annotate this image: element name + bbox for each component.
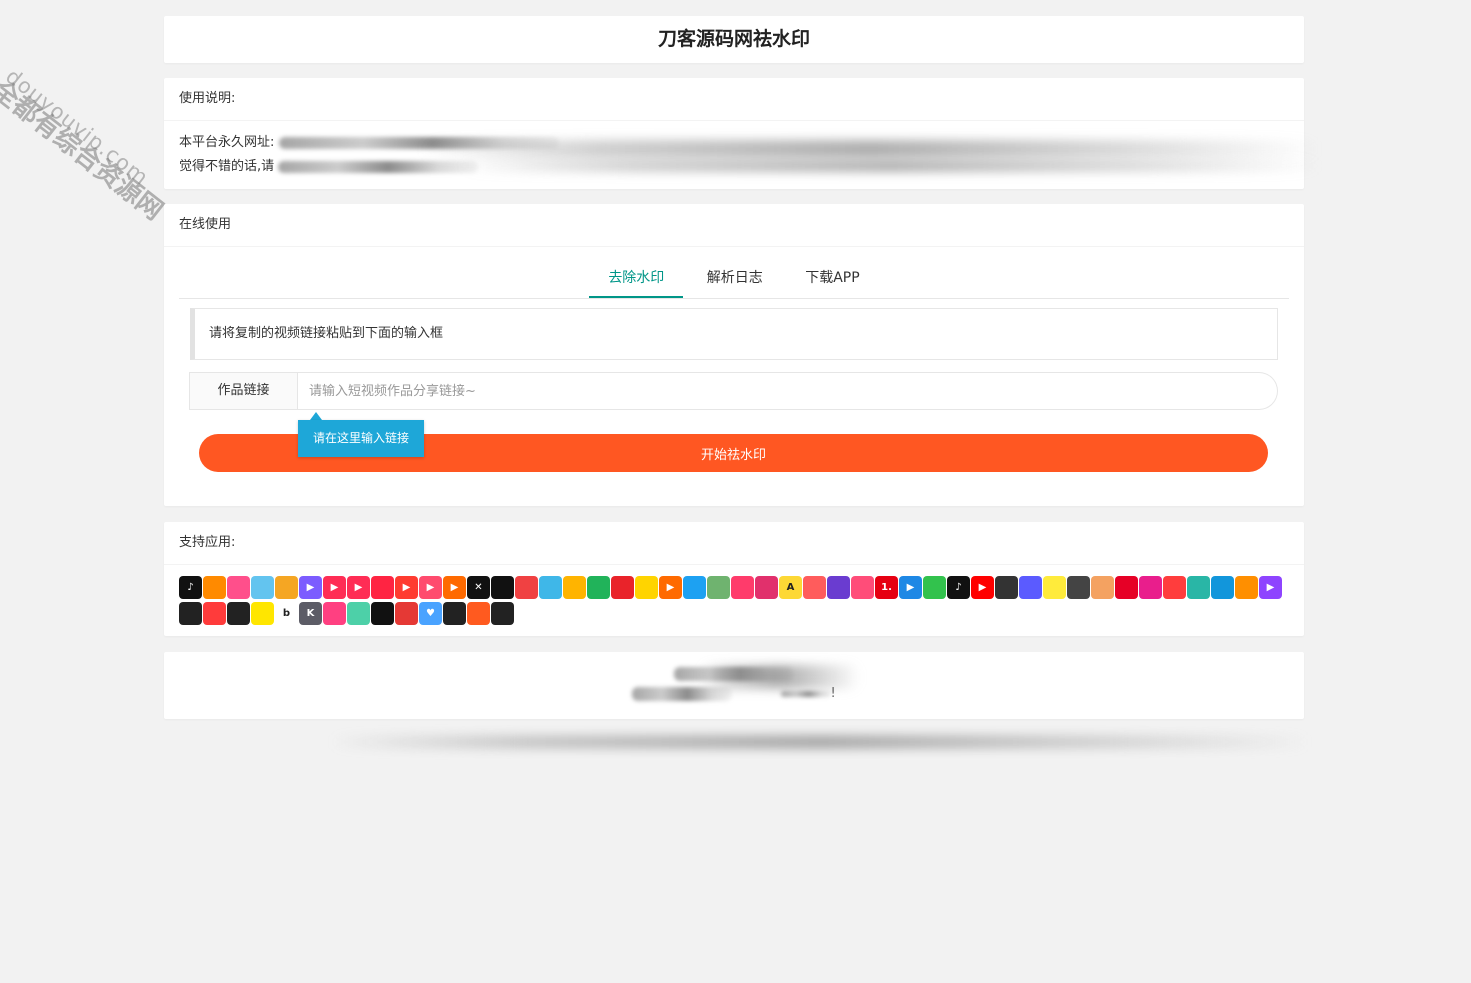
kuaibao-icon [611, 576, 634, 599]
circle-yellow-icon [251, 602, 274, 625]
capcut-icon: ✕ [467, 576, 490, 599]
xiaohongshu-icon [371, 576, 394, 599]
panda-icon [995, 576, 1018, 599]
iqiyi-icon [923, 576, 946, 599]
blurred-text [278, 160, 479, 173]
xigua-icon [491, 576, 514, 599]
meipai-icon [1043, 576, 1066, 599]
apps-card: 支持应用: ♪ ▶ ▶ ▶ ▶ ▶ ▶ ✕ ▶ A 1. ▶ ♪ ▶ ▶b K ♥ [164, 522, 1304, 636]
bilibili-icon [251, 576, 274, 599]
ring-icon [491, 602, 514, 625]
tab-bar: 去除水印 解析日志 下载APP [179, 262, 1289, 299]
orange-play-icon: ▶ [659, 576, 682, 599]
k-icon: K [299, 602, 322, 625]
food-icon [467, 602, 490, 625]
uc-icon [1235, 576, 1258, 599]
online-header: 在线使用 [164, 204, 1304, 247]
usage-line-2-label: 觉得不错的话,请 [179, 159, 275, 174]
tab-download-app[interactable]: 下载APP [786, 262, 878, 298]
watermark-text-url: douyouvip.com [1, 64, 154, 191]
tab-parse-log[interactable]: 解析日志 [688, 262, 782, 298]
weibo-icon [275, 576, 298, 599]
link-input-row: 作品链接 [189, 372, 1278, 410]
avatar-app-icon [803, 576, 826, 599]
bowl-icon [1187, 576, 1210, 599]
huoshan-icon: ▶ [395, 576, 418, 599]
instagram-icon [755, 576, 778, 599]
mouth-icon [371, 602, 394, 625]
chat-icon [1019, 576, 1042, 599]
footer-text: ! [164, 652, 1304, 704]
usage-line-2: 觉得不错的话,请 [179, 155, 1289, 179]
toutiao-icon [515, 576, 538, 599]
weishi-icon: ▶ [299, 576, 322, 599]
bishan-icon [443, 602, 466, 625]
gradient-app-icon [347, 602, 370, 625]
music-note-icon: ♪ [947, 576, 970, 599]
tiktok-icon: ♪ [179, 576, 202, 599]
quanmin-icon: ▶ [347, 576, 370, 599]
app-icon-list: ♪ ▶ ▶ ▶ ▶ ▶ ▶ ✕ ▶ A 1. ▶ ♪ ▶ ▶b K ♥ [164, 565, 1304, 637]
tooltip-arrow [310, 412, 322, 420]
yidian-icon: 1. [875, 576, 898, 599]
twitter-icon [683, 576, 706, 599]
video-app-icon: ▶ [323, 576, 346, 599]
link-input-label: 作品链接 [189, 372, 298, 410]
apps-header: 支持应用: [164, 522, 1304, 565]
play-icon: ▶ [443, 576, 466, 599]
weibo-video-icon [731, 576, 754, 599]
face-icon [1091, 576, 1114, 599]
cartoon-icon [1163, 576, 1186, 599]
blurred-copyright [674, 666, 794, 681]
purple-play-icon: ▶ [1259, 576, 1282, 599]
b-icon: b [275, 602, 298, 625]
camera-icon [1067, 576, 1090, 599]
usage-body: 本平台永久网址: 觉得不错的话,请 [164, 121, 1304, 189]
smear-artifact [330, 735, 1310, 749]
link-input[interactable] [298, 372, 1278, 410]
footer-line-2: ! [164, 684, 1304, 704]
title-card: 刀客源码网祛水印 [164, 16, 1304, 63]
watermark-text-cn: 全都有综合资源网 [0, 74, 169, 227]
footer-card: ! [164, 652, 1304, 719]
acfun-icon: A [779, 576, 802, 599]
live-icon [851, 576, 874, 599]
haokan-icon: ▶ [419, 576, 442, 599]
new-icon [203, 602, 226, 625]
footer-exclamation: ! [830, 686, 836, 701]
footer-line-1 [164, 664, 1304, 684]
video-pink-icon [1139, 576, 1162, 599]
qutoutiao-icon [587, 576, 610, 599]
youtube-icon: ▶ [971, 576, 994, 599]
blurred-footer-left [632, 686, 733, 701]
page-title: 刀客源码网祛水印 [657, 28, 810, 50]
pipixia-icon [227, 576, 250, 599]
stripes-icon [179, 602, 202, 625]
kuaishou-icon [203, 576, 226, 599]
usage-card: 使用说明: 本平台永久网址: 觉得不错的话,请 [164, 78, 1304, 189]
online-card: 在线使用 去除水印 解析日志 下载APP 请将复制的视频链接粘贴到下面的输入框 … [164, 204, 1304, 506]
heart-icon: ♥ [419, 602, 442, 625]
input-tooltip: 请在这里输入链接 [298, 420, 424, 457]
usage-line-1: 本平台永久网址: [179, 131, 1289, 155]
lib-icon [227, 602, 250, 625]
shua-icon [827, 576, 850, 599]
netease-icon [1115, 576, 1138, 599]
qq-icon [1211, 576, 1234, 599]
blurred-footer-right [780, 690, 831, 697]
youku-icon: ▶ [899, 576, 922, 599]
pink-app-icon [323, 602, 346, 625]
tab-remove-watermark[interactable]: 去除水印 [589, 262, 684, 298]
lvzhou-icon [539, 576, 562, 599]
notice-box: 请将复制的视频链接粘贴到下面的输入框 [190, 308, 1278, 360]
plant-icon [707, 576, 730, 599]
bird-icon [635, 576, 658, 599]
monkey-icon [395, 602, 418, 625]
usage-line-1-label: 本平台永久网址: [179, 135, 275, 150]
blurred-url [278, 136, 559, 149]
usage-header: 使用说明: [164, 78, 1304, 121]
kuai-icon [563, 576, 586, 599]
